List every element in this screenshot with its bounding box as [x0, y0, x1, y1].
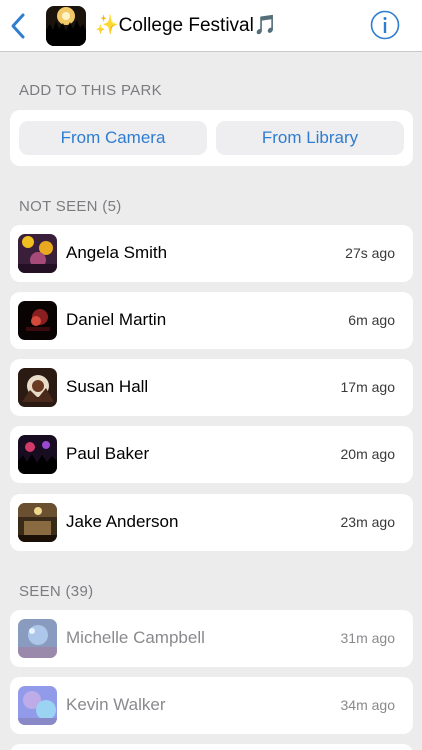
chevron-left-icon	[11, 13, 25, 39]
list-item[interactable]: Kevin Walker 34m ago	[10, 677, 413, 734]
list-item[interactable]: Angela Smith 27s ago	[10, 225, 413, 282]
list-item[interactable]: Paul Baker 20m ago	[10, 426, 413, 483]
add-options-card: From Camera From Library	[10, 110, 413, 166]
list-item[interactable]: Susan Hall 17m ago	[10, 359, 413, 416]
timestamp: 27s ago	[345, 245, 395, 261]
user-name: Paul Baker	[66, 444, 150, 463]
user-name: Angela Smith	[66, 243, 168, 262]
avatar	[18, 619, 57, 658]
list-item[interactable]: Daniel Martin 6m ago	[10, 292, 413, 349]
back-button[interactable]	[6, 10, 32, 42]
timestamp: 34m ago	[340, 697, 395, 713]
list-item[interactable]: Michelle Campbell 31m ago	[10, 610, 413, 667]
seen-header: SEEN (39)	[19, 583, 94, 600]
park-thumbnail[interactable]	[46, 6, 86, 46]
avatar	[18, 503, 57, 542]
timestamp: 31m ago	[340, 630, 395, 646]
user-name: Jake Anderson	[66, 512, 179, 531]
from-library-button[interactable]: From Library	[216, 121, 404, 155]
avatar	[18, 686, 57, 725]
timestamp: 23m ago	[340, 514, 395, 530]
timestamp: 6m ago	[348, 312, 395, 328]
timestamp: 17m ago	[340, 379, 395, 395]
info-button[interactable]	[370, 10, 400, 40]
avatar	[18, 234, 57, 273]
info-circle-icon	[370, 10, 400, 40]
list-item-partial[interactable]	[10, 744, 413, 750]
nav-bar: ✨College Festival🎵	[0, 0, 422, 52]
user-name: Kevin Walker	[66, 695, 166, 714]
list-item[interactable]: Jake Anderson 23m ago	[10, 494, 413, 551]
avatar	[18, 435, 57, 474]
from-camera-button[interactable]: From Camera	[19, 121, 207, 155]
user-name: Susan Hall	[66, 377, 149, 396]
avatar	[18, 368, 57, 407]
avatar	[18, 301, 57, 340]
add-section-header: ADD TO THIS PARK	[19, 82, 162, 99]
not-seen-header: NOT SEEN (5)	[19, 198, 122, 215]
timestamp: 20m ago	[340, 446, 395, 462]
user-name: Michelle Campbell	[66, 628, 205, 647]
page-title: ✨College Festival🎵	[95, 15, 278, 36]
user-name: Daniel Martin	[66, 310, 167, 329]
